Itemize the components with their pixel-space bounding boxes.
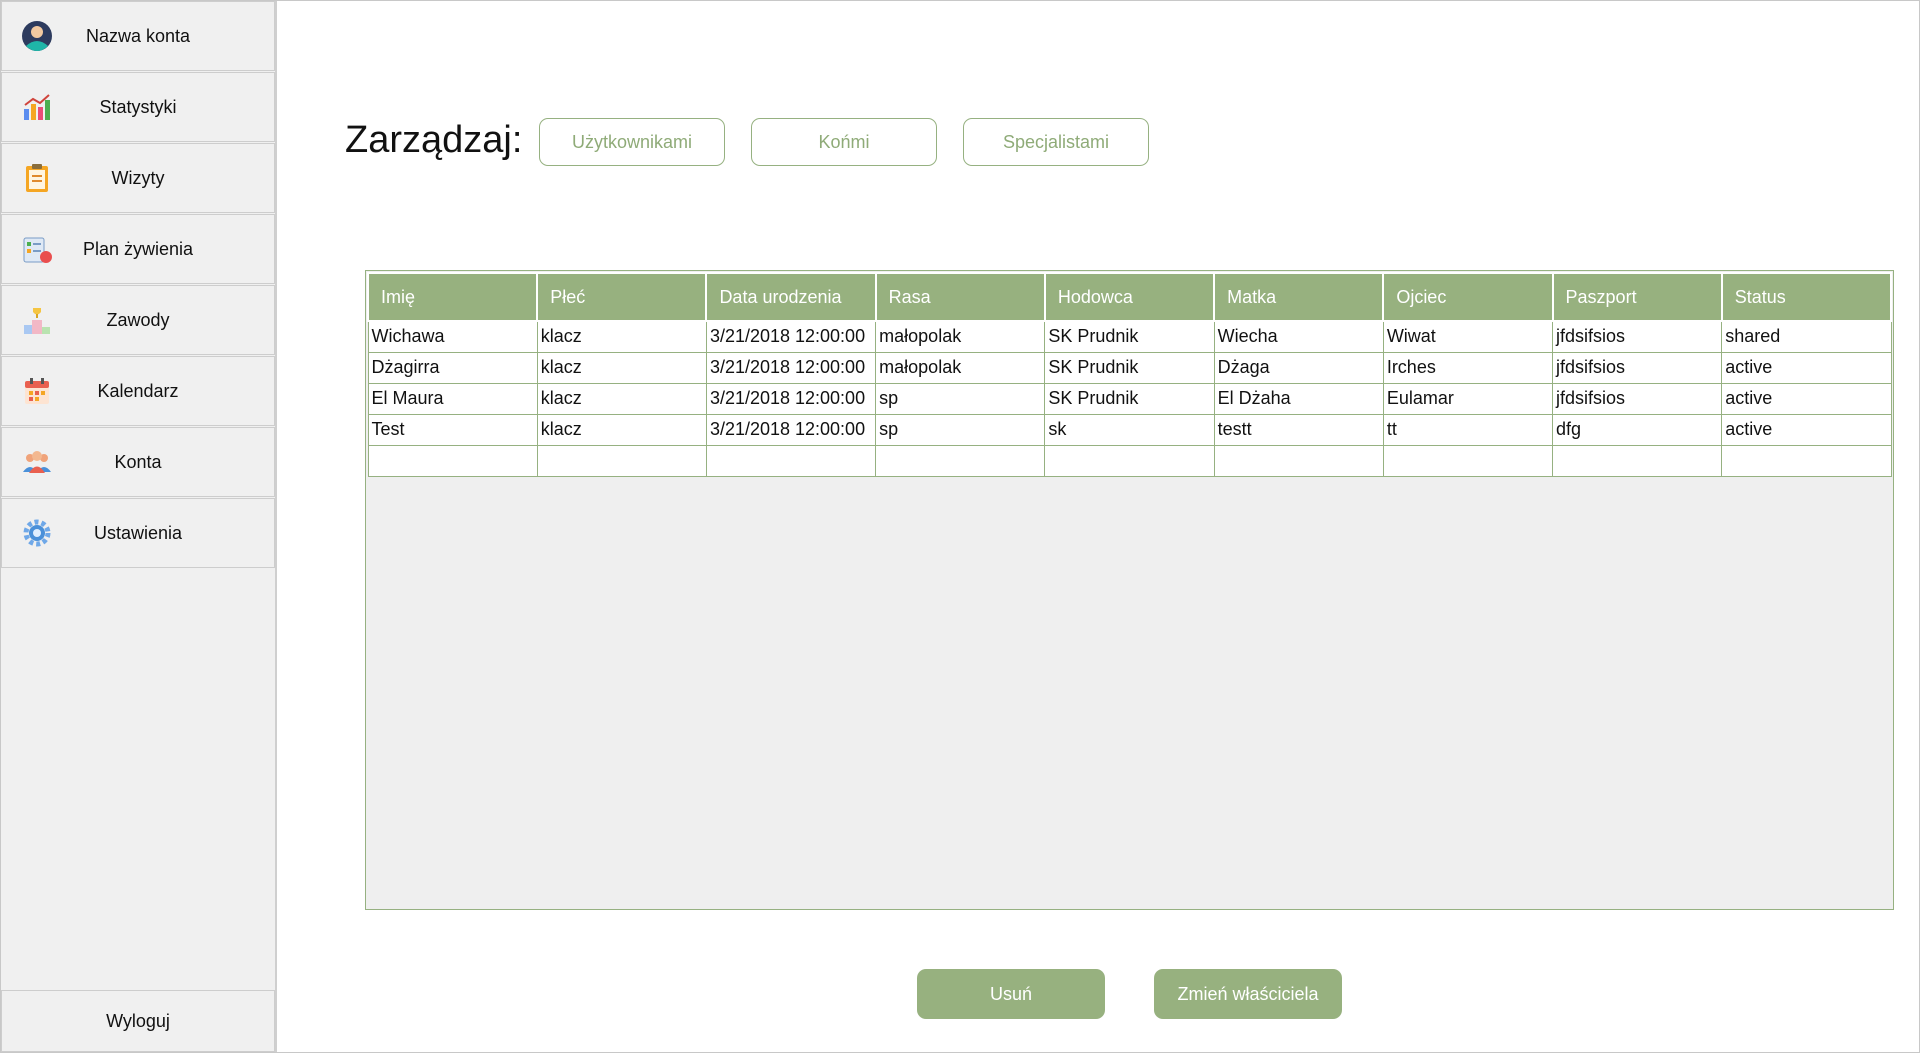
user-avatar-icon: [21, 20, 53, 52]
sidebar-item-visits[interactable]: Wizyty: [1, 143, 275, 213]
table-cell[interactable]: jfdsifsios: [1552, 382, 1723, 415]
table-cell[interactable]: [705, 444, 877, 477]
sidebar-item-account[interactable]: Nazwa konta: [1, 1, 275, 71]
table-cell[interactable]: SK Prudnik: [1044, 320, 1215, 353]
sidebar-item-label: Wizyty: [111, 167, 165, 188]
table-header-row: Imię Płeć Data urodzenia Rasa Hodowca Ma…: [366, 272, 1893, 322]
sidebar: Nazwa konta Statystyki Wizyty Plan żywie…: [1, 1, 277, 1052]
table-cell[interactable]: sp: [875, 382, 1046, 415]
manage-heading: Zarządzaj:: [345, 119, 523, 161]
table-cell[interactable]: 3/21/2018 12:00:00: [705, 382, 877, 415]
table-cell[interactable]: klacz: [536, 351, 707, 384]
column-header-sex[interactable]: Płeć: [536, 272, 708, 322]
manage-users-button[interactable]: Użytkownikami: [539, 118, 725, 166]
table-cell[interactable]: active: [1721, 413, 1892, 446]
column-header-name[interactable]: Imię: [366, 272, 539, 322]
table-cell[interactable]: 3/21/2018 12:00:00: [705, 351, 877, 384]
table-cell[interactable]: Dżagirra: [367, 351, 538, 384]
table-cell[interactable]: 3/21/2018 12:00:00: [705, 413, 877, 446]
meal-plan-icon: [21, 233, 53, 265]
sidebar-item-diet-plan[interactable]: Plan żywienia: [1, 214, 275, 284]
calendar-icon: [21, 375, 53, 407]
table-cell[interactable]: sk: [1044, 413, 1215, 446]
table-cell[interactable]: [875, 444, 1046, 477]
sidebar-item-statistics[interactable]: Statystyki: [1, 72, 275, 142]
sidebar-item-competitions[interactable]: Zawody: [1, 285, 275, 355]
manage-specialists-button[interactable]: Specjalistami: [963, 118, 1149, 166]
table-cell[interactable]: testt: [1213, 413, 1384, 446]
table-cell[interactable]: [1044, 444, 1215, 477]
change-owner-button[interactable]: Zmień właściciela: [1154, 969, 1342, 1019]
table-cell[interactable]: Test: [367, 413, 538, 446]
table-cell[interactable]: [1552, 444, 1723, 477]
gear-icon: [21, 517, 53, 549]
column-header-status[interactable]: Status: [1720, 272, 1893, 322]
horses-table: Imię Płeć Data urodzenia Rasa Hodowca Ma…: [366, 272, 1893, 477]
table-cell[interactable]: [1721, 444, 1892, 477]
sidebar-item-label: Kalendarz: [97, 380, 179, 401]
table-cell[interactable]: SK Prudnik: [1044, 382, 1215, 415]
table-cell[interactable]: active: [1721, 351, 1892, 384]
table-cell[interactable]: klacz: [536, 382, 707, 415]
app-window: Nazwa konta Statystyki Wizyty Plan żywie…: [0, 0, 1920, 1053]
delete-button[interactable]: Usuń: [917, 969, 1105, 1019]
table-cell[interactable]: klacz: [536, 413, 707, 446]
table-cell[interactable]: sp: [875, 413, 1046, 446]
sidebar-item-label: Zawody: [106, 309, 170, 330]
column-header-sire[interactable]: Ojciec: [1382, 272, 1554, 322]
table-cell[interactable]: El Dżaha: [1213, 382, 1384, 415]
column-header-passport[interactable]: Paszport: [1551, 272, 1723, 322]
table-cell[interactable]: małopolak: [875, 351, 1046, 384]
table-new-row[interactable]: [367, 444, 1892, 477]
manage-horses-button[interactable]: Końmi: [751, 118, 937, 166]
table-cell[interactable]: małopolak: [875, 320, 1046, 353]
table-cell[interactable]: jfdsifsios: [1552, 351, 1723, 384]
table-cell[interactable]: tt: [1382, 413, 1554, 446]
table-cell[interactable]: jfdsifsios: [1552, 320, 1723, 353]
podium-trophy-icon: [21, 304, 53, 336]
table-cell[interactable]: [367, 444, 538, 477]
table-cell[interactable]: Irches: [1382, 351, 1554, 384]
sidebar-item-label: Statystyki: [99, 96, 177, 117]
column-header-breed[interactable]: Rasa: [874, 272, 1046, 322]
table-cell[interactable]: klacz: [536, 320, 707, 353]
table-cell[interactable]: 3/21/2018 12:00:00: [705, 320, 877, 353]
table-cell[interactable]: dfg: [1552, 413, 1723, 446]
horses-data-grid[interactable]: Imię Płeć Data urodzenia Rasa Hodowca Ma…: [365, 270, 1894, 910]
table-cell[interactable]: Dżaga: [1213, 351, 1384, 384]
table-row[interactable]: Dżagirra klacz 3/21/2018 12:00:00 małopo…: [367, 351, 1892, 384]
table-cell[interactable]: shared: [1721, 320, 1892, 353]
sidebar-item-label: Konta: [114, 451, 162, 472]
logout-button[interactable]: Wyloguj: [1, 990, 275, 1052]
sidebar-item-label: Nazwa konta: [85, 25, 191, 46]
column-header-breeder[interactable]: Hodowca: [1043, 272, 1216, 322]
logout-label: Wyloguj: [106, 1010, 170, 1031]
column-header-birth-date[interactable]: Data urodzenia: [705, 272, 877, 322]
sidebar-item-accounts[interactable]: Konta: [1, 427, 275, 497]
table-cell[interactable]: [1213, 444, 1384, 477]
sidebar-item-settings[interactable]: Ustawienia: [1, 498, 275, 568]
table-cell[interactable]: active: [1721, 382, 1892, 415]
table-cell[interactable]: El Maura: [367, 382, 538, 415]
sidebar-item-label: Ustawienia: [93, 522, 183, 543]
table-cell[interactable]: Eulamar: [1382, 382, 1554, 415]
sidebar-item-label: Plan żywienia: [82, 238, 194, 259]
table-row[interactable]: Wichawa klacz 3/21/2018 12:00:00 małopol…: [367, 320, 1892, 353]
table-cell[interactable]: [1382, 444, 1554, 477]
table-row[interactable]: El Maura klacz 3/21/2018 12:00:00 sp SK …: [367, 382, 1892, 415]
bar-chart-icon: [21, 91, 53, 123]
table-cell[interactable]: Wiecha: [1213, 320, 1384, 353]
column-header-dam[interactable]: Matka: [1213, 272, 1385, 322]
table-cell[interactable]: Wichawa: [367, 320, 538, 353]
clipboard-icon: [21, 162, 53, 194]
table-row[interactable]: Test klacz 3/21/2018 12:00:00 sp sk test…: [367, 413, 1892, 446]
table-cell[interactable]: [536, 444, 707, 477]
table-cell[interactable]: SK Prudnik: [1044, 351, 1215, 384]
sidebar-item-calendar[interactable]: Kalendarz: [1, 356, 275, 426]
table-cell[interactable]: Wiwat: [1382, 320, 1554, 353]
users-group-icon: [21, 446, 53, 478]
